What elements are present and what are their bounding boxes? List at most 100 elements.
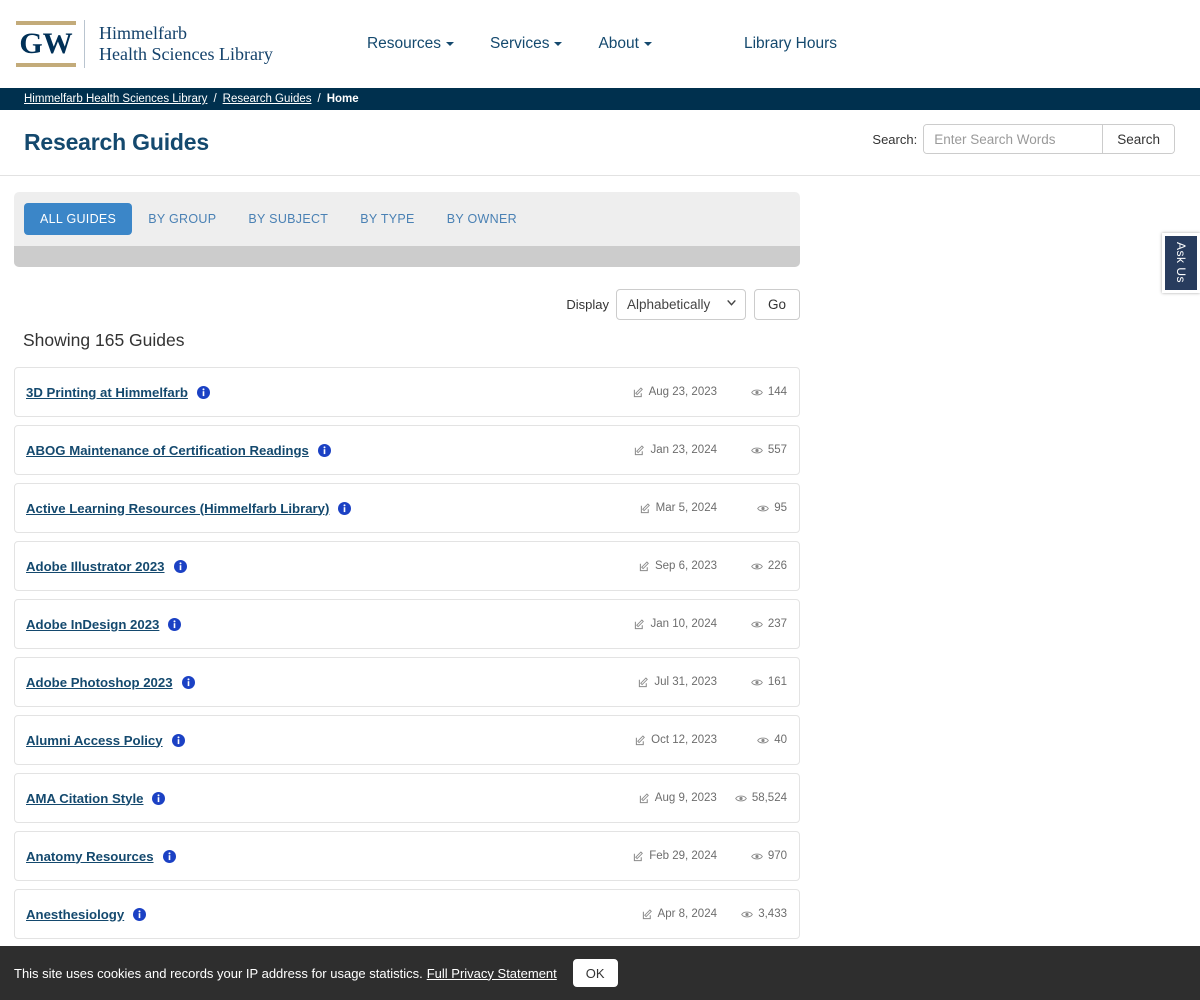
guide-meta: Jan 10, 2024 237: [634, 618, 787, 630]
edit-icon: [639, 792, 649, 803]
go-button[interactable]: Go: [753, 289, 800, 320]
guide-list-item[interactable]: Adobe Photoshop 2023 Jul 31, 2023 161: [14, 657, 800, 707]
gw-logo-bottom-bar: [16, 63, 76, 67]
info-icon[interactable]: [162, 849, 176, 863]
guide-views-count: 95: [774, 502, 787, 514]
info-icon[interactable]: [173, 559, 187, 573]
guides-tab-panel: ALL GUIDES BY GROUP BY SUBJECT BY TYPE B…: [14, 192, 800, 267]
guide-search: Search: Search: [872, 124, 1175, 154]
guide-date-text: Mar 5, 2024: [655, 502, 717, 514]
guide-meta: Mar 5, 2024 95: [640, 502, 787, 514]
guide-meta: Jul 31, 2023 161: [638, 676, 787, 688]
info-icon[interactable]: [196, 385, 210, 399]
guide-list-item[interactable]: Alumni Access Policy Oct 12, 2023 40: [14, 715, 800, 765]
guide-views: 3,433: [735, 908, 787, 920]
guide-views-count: 161: [767, 676, 787, 688]
guide-title-link[interactable]: Anatomy Resources: [26, 849, 154, 864]
guide-title-link[interactable]: ABOG Maintenance of Certification Readin…: [26, 443, 309, 458]
breadcrumb-item-research-guides[interactable]: Research Guides: [223, 93, 312, 105]
guide-list-item[interactable]: 3D Printing at Himmelfarb Aug 23, 2023 1…: [14, 367, 800, 417]
guide-meta: Apr 8, 2024 3,433: [642, 908, 787, 920]
guide-date-text: Aug 23, 2023: [648, 386, 717, 398]
info-icon[interactable]: [168, 617, 182, 631]
tab-all-guides[interactable]: ALL GUIDES: [24, 203, 133, 235]
tab-by-type[interactable]: BY TYPE: [344, 203, 430, 235]
guide-last-updated: Apr 8, 2024: [642, 908, 717, 920]
info-icon[interactable]: [181, 675, 195, 689]
gw-logo-mark: GW: [14, 21, 78, 67]
display-label: Display: [566, 297, 609, 312]
nav-item-services[interactable]: Services: [472, 29, 580, 59]
guide-list-item[interactable]: Anatomy Resources Feb 29, 2024 970: [14, 831, 800, 881]
guide-title-link[interactable]: Adobe Illustrator 2023: [26, 559, 165, 574]
search-input[interactable]: [924, 125, 1103, 153]
guide-last-updated: Aug 9, 2023: [639, 792, 717, 804]
page-title-row: Research Guides Search: Search: [0, 110, 1200, 176]
logo-divider: [84, 20, 85, 68]
guide-last-updated: Mar 5, 2024: [640, 502, 717, 514]
breadcrumb-separator: /: [317, 93, 321, 105]
tab-panel-footer: [14, 246, 800, 267]
nav-item-about[interactable]: About: [580, 29, 670, 59]
nav-item-resources[interactable]: Resources: [349, 29, 472, 59]
guide-date-text: Feb 29, 2024: [649, 850, 717, 862]
breadcrumb: Himmelfarb Health Sciences Library / Res…: [0, 88, 1200, 110]
ask-us-button[interactable]: Ask Us: [1162, 233, 1200, 293]
info-icon[interactable]: [317, 443, 331, 457]
guide-title-link[interactable]: Anesthesiology: [26, 907, 124, 922]
info-icon[interactable]: [171, 733, 185, 747]
main-content: ALL GUIDES BY GROUP BY SUBJECT BY TYPE B…: [14, 176, 800, 961]
info-icon[interactable]: [133, 907, 147, 921]
guide-title-link[interactable]: Alumni Access Policy: [26, 733, 163, 748]
guide-last-updated: Jan 10, 2024: [634, 618, 717, 630]
guide-list-item[interactable]: Active Learning Resources (Himmelfarb Li…: [14, 483, 800, 533]
search-button[interactable]: Search: [1102, 125, 1174, 153]
site-logo[interactable]: GW Himmelfarb Health Sciences Library: [14, 15, 273, 73]
chevron-down-icon: [643, 41, 652, 46]
guide-views: 58,524: [734, 792, 787, 804]
guide-date-text: Aug 9, 2023: [654, 792, 717, 804]
eye-icon: [750, 389, 763, 395]
guide-views: 557: [735, 444, 787, 456]
tab-by-subject[interactable]: BY SUBJECT: [232, 203, 344, 235]
guide-meta: Aug 23, 2023 144: [633, 386, 787, 398]
privacy-statement-link[interactable]: Full Privacy Statement: [427, 966, 557, 981]
guide-list-item[interactable]: AMA Citation Style Aug 9, 2023 58,524: [14, 773, 800, 823]
tab-by-group[interactable]: BY GROUP: [132, 203, 232, 235]
breadcrumb-item-library[interactable]: Himmelfarb Health Sciences Library: [24, 93, 207, 105]
guide-title-link[interactable]: Active Learning Resources (Himmelfarb Li…: [26, 501, 329, 516]
guide-title-link[interactable]: Adobe Photoshop 2023: [26, 675, 173, 690]
guide-meta: Jan 23, 2024 557: [634, 444, 787, 456]
info-icon[interactable]: [338, 501, 352, 515]
guide-last-updated: Sep 6, 2023: [639, 560, 717, 572]
guide-last-updated: Aug 23, 2023: [633, 386, 717, 398]
search-label: Search:: [872, 131, 918, 147]
nav-item-resources-label: Resources: [366, 35, 442, 52]
info-icon[interactable]: [152, 791, 166, 805]
tab-by-owner[interactable]: BY OWNER: [431, 203, 533, 235]
cookie-accept-button[interactable]: OK: [572, 959, 618, 987]
display-sort-select[interactable]: Alphabetically: [615, 289, 746, 320]
site-header: GW Himmelfarb Health Sciences Library Re…: [0, 0, 1200, 88]
edit-icon: [635, 618, 645, 629]
guide-last-updated: Feb 29, 2024: [633, 850, 717, 862]
guide-list-item[interactable]: Adobe InDesign 2023 Jan 10, 2024 237: [14, 599, 800, 649]
guide-list-item[interactable]: ABOG Maintenance of Certification Readin…: [14, 425, 800, 475]
results-count: Showing 165 Guides: [23, 330, 185, 350]
breadcrumb-separator: /: [213, 93, 217, 105]
guide-views: 161: [735, 676, 787, 688]
guide-title-link[interactable]: AMA Citation Style: [26, 791, 143, 806]
eye-icon: [757, 737, 770, 743]
guide-list-item[interactable]: Adobe Illustrator 2023 Sep 6, 2023 226: [14, 541, 800, 591]
tab-strip: ALL GUIDES BY GROUP BY SUBJECT BY TYPE B…: [14, 192, 800, 246]
gw-logo-letters: GW: [19, 27, 73, 60]
guide-title-link[interactable]: 3D Printing at Himmelfarb: [26, 385, 188, 400]
guide-list-item[interactable]: Anesthesiology Apr 8, 2024 3,433: [14, 889, 800, 939]
main-navigation: Resources Services About Library Hours: [349, 29, 855, 59]
guide-title-link[interactable]: Adobe InDesign 2023: [26, 617, 159, 632]
display-controls: Display Alphabetically Go: [14, 289, 800, 320]
edit-icon: [634, 850, 644, 861]
nav-item-library-hours[interactable]: Library Hours: [726, 29, 855, 59]
guide-date-text: Jan 23, 2024: [650, 444, 717, 456]
guide-meta: Feb 29, 2024 970: [633, 850, 787, 862]
